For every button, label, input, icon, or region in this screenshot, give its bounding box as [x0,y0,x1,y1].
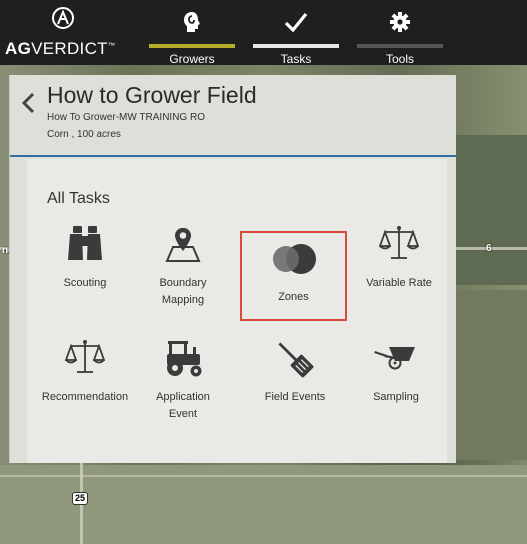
task-field-events[interactable]: Field Events [245,339,345,431]
field-title: How to Grower Field [47,82,257,108]
task-zones[interactable]: Zones [240,231,347,321]
tab-indicator-bar [149,44,235,48]
tab-tools-label: Tools [385,52,414,66]
task-label: Scouting [63,277,107,289]
tab-indicator-bar [357,44,443,48]
tab-tools[interactable]: Tools [357,0,443,66]
zones-circles-icon [242,243,345,287]
task-boundary-mapping[interactable]: Boundary Mapping [133,225,233,317]
task-label: Application Event [156,391,210,420]
task-label: Boundary Mapping [159,277,207,306]
map-road-label-right: 6 [486,243,492,254]
brand-bold-text: AG [5,39,32,58]
tab-tasks[interactable]: Tasks [253,0,339,66]
scale-icon [349,225,449,269]
task-label: Sampling [373,391,419,403]
brand-trademark: ™ [107,42,116,50]
task-label: Variable Rate [366,277,432,289]
all-tasks-panel: All Tasks Scouting Boundary Mapping Zone… [27,159,447,463]
field-header: How to Grower Field How To Grower-MW TRA… [10,75,456,157]
tab-growers[interactable]: Growers [149,0,235,66]
brand-wordmark: AGVERDICT™ [5,39,115,59]
tab-growers-label: Growers [169,52,215,66]
tractor-icon [133,339,233,383]
task-label: Zones [278,291,309,303]
task-sampling[interactable]: Sampling [346,339,446,431]
task-recommendation[interactable]: Recommendation [35,339,135,431]
gear-icon [357,11,443,35]
all-tasks-heading: All Tasks [47,190,110,207]
task-application-event[interactable]: Application Event [133,339,233,431]
road-shield-badge: 25 [72,492,88,505]
grower-head-icon [149,11,235,35]
wheelbarrow-icon [346,339,446,383]
task-label: Recommendation [41,391,129,403]
task-variable-rate[interactable]: Variable Rate [349,225,449,317]
logo-mark-icon [52,7,74,29]
brand-rest-text: VERDICT [31,39,108,58]
agverdict-logo[interactable]: AGVERDICT™ [0,0,140,65]
map-pin-icon [133,225,233,269]
field-crop-acres: Corn , 100 acres [47,129,121,140]
spatula-icon [245,339,345,383]
scale-icon [35,339,135,383]
binoculars-icon [35,225,135,269]
task-label: Field Events [264,391,326,403]
tab-indicator-bar [253,44,339,48]
back-chevron-icon[interactable] [19,91,39,115]
checkmark-icon [253,11,339,35]
top-navigation-bar: AGVERDICT™ Growers Tasks Tools [0,0,527,66]
field-grower-name: How To Grower-MW TRAINING RO [47,112,205,123]
task-scouting[interactable]: Scouting [35,225,135,317]
tab-tasks-label: Tasks [280,52,312,66]
